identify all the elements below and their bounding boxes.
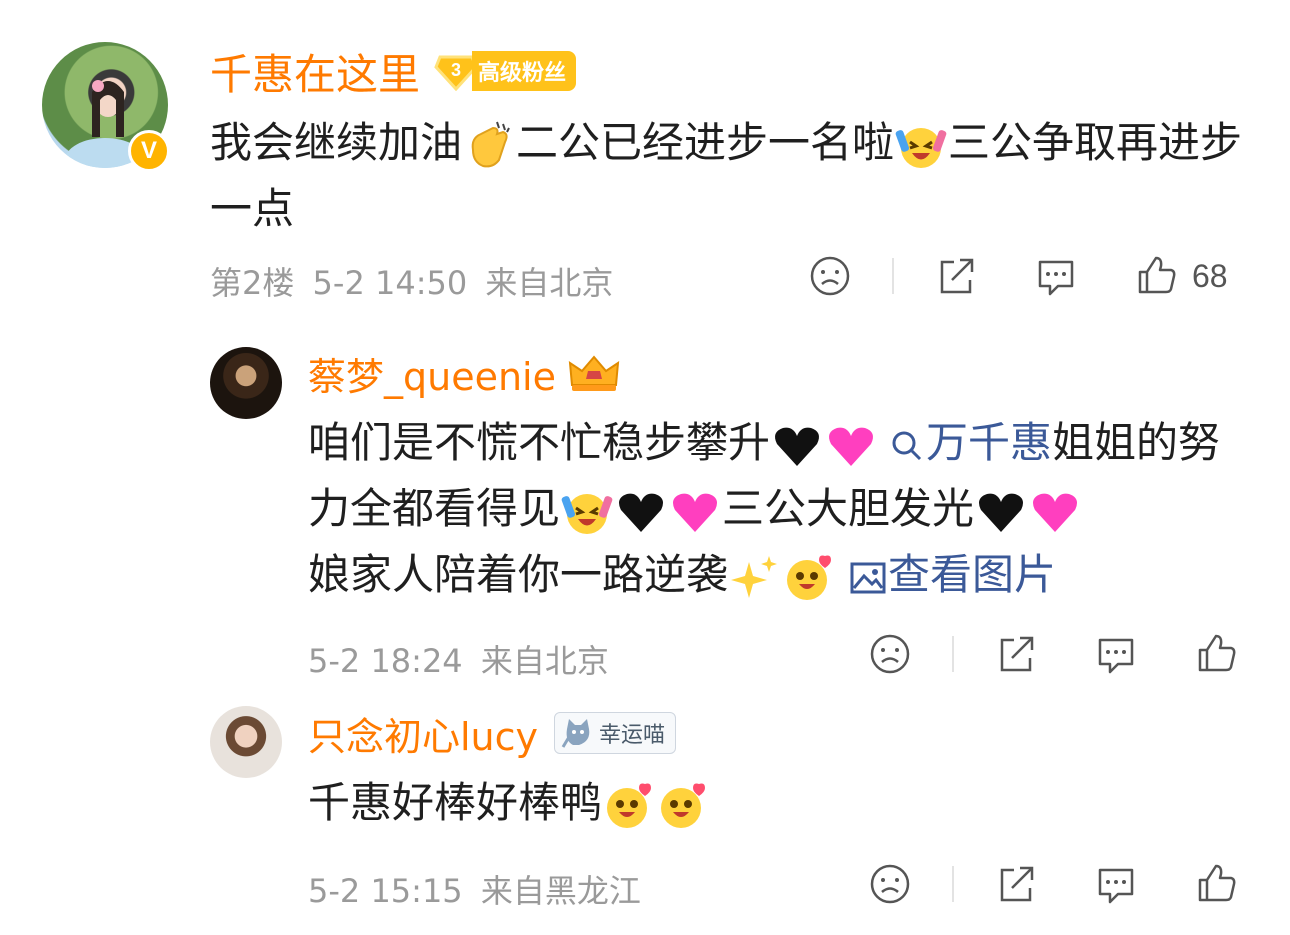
divider	[952, 866, 954, 902]
username[interactable]: 千惠在这里 3 高级粉丝	[210, 44, 577, 99]
black-heart-emoji-icon	[979, 493, 1024, 532]
text-segment: 娘家人陪着你一路逆袭	[308, 550, 729, 599]
search-icon	[892, 431, 922, 460]
share-icon	[1000, 866, 1034, 902]
username-text[interactable]: 只念初心lucy	[308, 706, 538, 761]
happy-face-emoji-icon	[607, 783, 652, 828]
username-text[interactable]: 蔡梦_queenie	[308, 346, 556, 401]
comment-meta: 第2楼 5-2 14:50 来自北京	[210, 258, 613, 304]
comment-text: 千惠好棒好棒鸭	[308, 770, 1258, 836]
timestamp: 5-2 15:15	[308, 872, 463, 910]
frown-face-icon	[810, 256, 850, 296]
username-text[interactable]: 千惠在这里	[210, 41, 420, 102]
thumbs-up-icon	[1198, 864, 1236, 902]
badge-label: 高级粉丝	[472, 51, 577, 91]
floor-number: 第2楼	[210, 264, 295, 302]
comment-text: 我会继续加油 二公已经进步一名啦 三公争取再进步一点	[210, 110, 1250, 242]
frown-face-icon	[870, 634, 910, 674]
thumbs-up-icon	[1138, 256, 1176, 294]
fan-level-badge[interactable]: 3 高级粉丝	[434, 51, 577, 91]
text-segment: 三公大胆发光	[722, 484, 975, 533]
share-button[interactable]	[934, 254, 978, 298]
topic-link[interactable]: 万千惠	[888, 418, 1052, 467]
dislike-button[interactable]	[868, 862, 912, 906]
topic-link-text[interactable]: 万千惠	[926, 418, 1052, 467]
comment-actions	[868, 862, 1238, 906]
comment-bubble-icon	[1098, 868, 1134, 904]
comment-item: V 千惠在这里 3 高级粉丝 我会继续加油 二公已经进步一名啦 三公争取再进步一点 …	[0, 0, 1290, 320]
pink-heart-emoji-icon	[673, 493, 718, 532]
badge-level: 3	[451, 60, 461, 80]
badge-label: 幸运喵	[599, 723, 666, 748]
timestamp: 5-2 18:24	[308, 642, 463, 680]
comment-actions	[868, 632, 1238, 676]
text-segment: 咱们是不慌不忙稳步攀升	[308, 418, 771, 467]
comment-meta: 5-2 18:24 来自北京	[308, 636, 609, 682]
text-segment: 千惠好棒好棒鸭	[308, 778, 603, 827]
happy-face-emoji-icon	[661, 783, 706, 828]
view-image-link[interactable]: 查看图片	[848, 550, 1056, 599]
dislike-button[interactable]	[808, 254, 852, 298]
sparkles-emoji-icon	[731, 555, 778, 598]
pink-heart-emoji-icon	[1033, 493, 1078, 532]
like-button[interactable]	[1194, 862, 1238, 906]
username[interactable]: 蔡梦_queenie	[308, 346, 622, 401]
share-button[interactable]	[994, 632, 1038, 676]
laughing-emoji-icon	[895, 127, 947, 168]
comment-bubble-icon	[1098, 638, 1134, 674]
view-image-text[interactable]: 查看图片	[888, 550, 1056, 599]
text-segment: 我会继续加油	[210, 118, 463, 167]
comment-meta: 5-2 15:15 来自黑龙江	[308, 866, 641, 912]
share-icon	[940, 258, 974, 294]
location: 来自北京	[485, 264, 614, 302]
reply-button[interactable]	[1094, 632, 1138, 676]
black-heart-emoji-icon	[775, 427, 820, 466]
comment-item: 蔡梦_queenie 咱们是不慌不忙稳步攀升 万千惠姐姐的努力全都看得见 三公大胆发…	[0, 320, 1290, 700]
text-segment: 二公已经进步一名啦	[516, 118, 895, 167]
crown-icon	[568, 355, 620, 391]
reply-button[interactable]	[1094, 862, 1138, 906]
thumbs-up-icon	[1198, 634, 1236, 672]
laughing-emoji-icon	[561, 493, 613, 534]
share-icon	[1000, 636, 1034, 672]
comment-actions: 68	[808, 254, 1228, 298]
dislike-button[interactable]	[868, 632, 912, 676]
location: 来自北京	[480, 642, 609, 680]
like-button[interactable]	[1194, 632, 1238, 676]
clap-emoji-icon	[471, 121, 510, 167]
divider	[952, 636, 954, 672]
comment-bubble-icon	[1038, 260, 1074, 296]
divider	[892, 258, 894, 294]
avatar[interactable]	[210, 706, 282, 778]
share-button[interactable]	[994, 862, 1038, 906]
frown-face-icon	[870, 864, 910, 904]
reply-button[interactable]	[1034, 254, 1078, 298]
like-button[interactable]: 68	[1134, 254, 1228, 298]
comment-text: 咱们是不慌不忙稳步攀升 万千惠姐姐的努力全都看得见 三公大胆发光 娘家人陪着你一路逆袭…	[308, 410, 1258, 608]
like-count: 68	[1192, 257, 1228, 294]
pink-heart-emoji-icon	[829, 427, 874, 466]
happy-face-emoji-icon	[787, 555, 832, 600]
comment-item: 只念初心lucy 幸运喵 千惠好棒好棒鸭 5-2 15:15 来自黑龙江	[0, 700, 1290, 935]
image-icon	[850, 562, 886, 593]
location: 来自黑龙江	[480, 872, 641, 910]
verified-badge-icon: V	[128, 130, 170, 172]
lucky-cat-badge[interactable]: 幸运喵	[554, 712, 677, 754]
username[interactable]: 只念初心lucy 幸运喵	[308, 706, 677, 761]
cat-icon	[561, 719, 590, 748]
avatar[interactable]	[210, 347, 282, 419]
timestamp: 5-2 14:50	[312, 264, 468, 302]
black-heart-emoji-icon	[619, 493, 664, 532]
